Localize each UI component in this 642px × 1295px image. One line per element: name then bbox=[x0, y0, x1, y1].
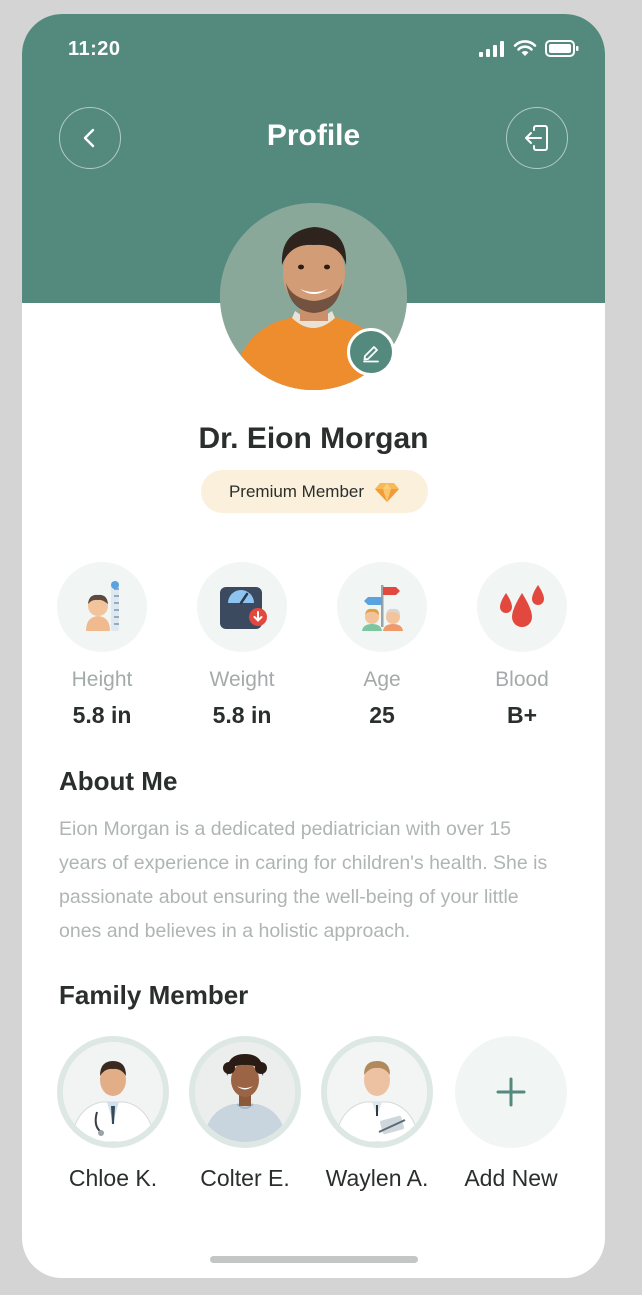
member-avatar bbox=[57, 1036, 169, 1148]
family-member-colter[interactable]: Colter E. bbox=[180, 1036, 310, 1192]
diamond-icon bbox=[375, 482, 400, 502]
premium-badge: Premium Member bbox=[201, 470, 428, 513]
height-icon bbox=[57, 562, 147, 652]
stat-label: Weight bbox=[209, 668, 275, 691]
stat-blood: Blood B+ bbox=[462, 562, 582, 729]
edit-avatar-button[interactable] bbox=[347, 328, 395, 376]
about-line: Eion Morgan is a dedicated pediatrician … bbox=[59, 818, 512, 840]
family-member-waylen[interactable]: Waylen A. bbox=[312, 1036, 442, 1192]
stat-label: Height bbox=[71, 668, 133, 691]
pencil-icon bbox=[363, 346, 379, 363]
plus-icon bbox=[496, 1077, 526, 1107]
stat-weight: Weight 5.8 in bbox=[182, 562, 302, 729]
scale-icon bbox=[197, 562, 287, 652]
age-icon bbox=[337, 562, 427, 652]
stat-age: Age 25 bbox=[322, 562, 442, 729]
badge-label: Premium Member bbox=[228, 481, 365, 501]
about-text: Eion Morgan is a dedicated pediatrician … bbox=[59, 812, 579, 948]
stat-value: 25 bbox=[369, 702, 395, 728]
family-title: Family Member bbox=[59, 980, 249, 1010]
home-indicator[interactable] bbox=[210, 1256, 418, 1263]
family-member-chloe[interactable]: Chloe K. bbox=[48, 1036, 178, 1192]
member-name: Chloe K. bbox=[68, 1165, 158, 1191]
wifi-icon bbox=[513, 40, 537, 56]
profile-name: Dr. Eion Morgan bbox=[198, 422, 429, 455]
stat-label: Blood bbox=[495, 668, 549, 691]
about-line: ones and believes in a holistic approach… bbox=[59, 920, 411, 942]
add-new-member-button[interactable]: Add New bbox=[446, 1036, 576, 1192]
profile-avatar-wrap bbox=[220, 203, 407, 390]
member-avatar bbox=[189, 1036, 301, 1148]
stat-value: 5.8 in bbox=[72, 702, 132, 728]
member-name: Waylen A. bbox=[325, 1165, 429, 1191]
add-member-circle bbox=[455, 1036, 567, 1148]
member-name: Colter E. bbox=[200, 1165, 290, 1191]
blood-drop-icon bbox=[477, 562, 567, 652]
member-name: Add New bbox=[464, 1165, 558, 1191]
logout-icon bbox=[525, 125, 548, 151]
battery-icon bbox=[545, 40, 579, 57]
stat-value: B+ bbox=[506, 702, 538, 728]
phone-screen: 11:20 Profile Dr. Eion Morgan Premium Me… bbox=[22, 14, 605, 1278]
status-icons bbox=[479, 40, 579, 57]
signal-icon bbox=[479, 40, 504, 57]
member-avatar bbox=[321, 1036, 433, 1148]
about-title: About Me bbox=[59, 766, 178, 796]
about-line: passionate about ensuring the well-being… bbox=[59, 886, 519, 908]
stat-value: 5.8 in bbox=[212, 702, 272, 728]
status-time: 11:20 bbox=[68, 38, 121, 60]
about-line: years of experience in caring for childr… bbox=[59, 852, 548, 874]
stat-height: Height 5.8 in bbox=[42, 562, 162, 729]
logout-button[interactable] bbox=[506, 107, 568, 169]
stat-label: Age bbox=[363, 668, 401, 691]
